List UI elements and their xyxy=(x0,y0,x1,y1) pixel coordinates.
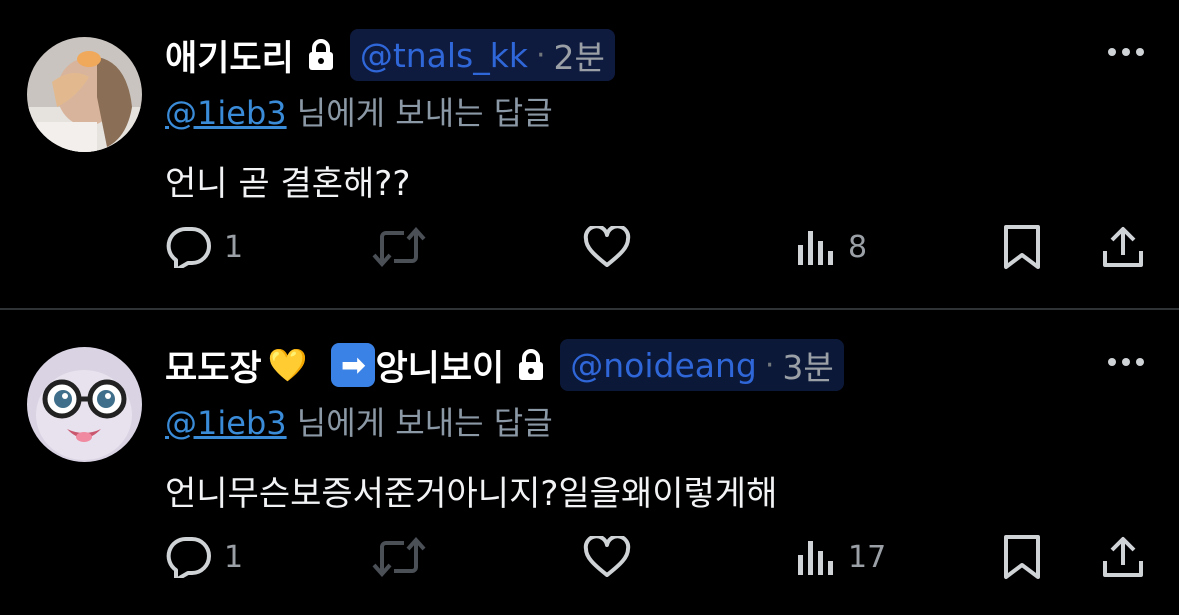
tweet-text: 언니 곧 결혼해?? xyxy=(165,164,411,204)
views-button[interactable]: 8 xyxy=(796,222,867,272)
retweet-icon xyxy=(372,227,426,267)
user-handle[interactable]: @noideang xyxy=(570,346,757,385)
reply-context-text: 님에게 보내는 답글 xyxy=(286,404,553,442)
handle-group: @tnals_kk · 2분 xyxy=(349,29,615,81)
bookmark-icon xyxy=(1004,535,1040,579)
reply-icon xyxy=(166,226,211,268)
user-handle[interactable]: @tnals_kk xyxy=(360,36,528,75)
like-button[interactable] xyxy=(583,222,631,272)
view-count: 8 xyxy=(848,229,868,265)
avatar[interactable] xyxy=(27,37,142,152)
lock-icon xyxy=(308,39,333,70)
share-button[interactable] xyxy=(1102,222,1144,272)
person-photo-avatar-icon xyxy=(27,37,142,152)
views-button[interactable]: 17 xyxy=(796,532,886,582)
share-button[interactable] xyxy=(1102,532,1144,582)
more-icon[interactable] xyxy=(1108,48,1144,56)
reply-context-text: 님에게 보내는 답글 xyxy=(286,94,553,132)
display-name[interactable]: 애기도리 xyxy=(165,30,294,81)
retweet-button[interactable] xyxy=(372,532,426,582)
tweet[interactable]: 애기도리 @tnals_kk · 2분 @1ieb3 님에게 보내는 답글 언니… xyxy=(0,0,1179,305)
action-bar: 1 8 xyxy=(0,222,1179,272)
reply-button[interactable]: 1 xyxy=(166,532,243,582)
tweet-header: 애기도리 @tnals_kk · 2분 xyxy=(165,29,615,81)
retweet-button[interactable] xyxy=(372,222,426,272)
reply-mention-link[interactable]: @1ieb3 xyxy=(165,94,287,132)
display-name-suffix: 앙니보이 xyxy=(375,348,505,389)
heart-icon xyxy=(583,536,631,577)
tweet-header: 묘도장 💛 ➡ 앙니보이 @noideang · 3분 xyxy=(165,339,844,391)
reply-mention-link[interactable]: @1ieb3 xyxy=(165,404,287,442)
yellow-heart-icon: 💛 xyxy=(267,346,308,384)
arrow-right-icon: ➡ xyxy=(331,343,376,387)
more-icon[interactable] xyxy=(1108,358,1144,366)
cartoon-glasses-avatar-icon xyxy=(27,347,142,462)
share-icon xyxy=(1103,227,1143,267)
lock-icon xyxy=(519,349,544,380)
reply-icon xyxy=(166,536,211,578)
display-name[interactable]: 묘도장 xyxy=(165,340,262,391)
tweet[interactable]: 묘도장 💛 ➡ 앙니보이 @noideang · 3분 @1ieb3 님에게 보… xyxy=(0,310,1179,615)
share-icon xyxy=(1103,537,1143,577)
tweet-text: 언니무슨보증서준거아니지?일을왜이렇게해 xyxy=(165,474,778,514)
timestamp[interactable]: 3분 xyxy=(782,341,833,389)
bookmark-icon xyxy=(1004,225,1040,269)
bookmark-button[interactable] xyxy=(1003,532,1041,582)
reply-context: @1ieb3 님에게 보내는 답글 xyxy=(165,398,553,444)
reply-count: 1 xyxy=(224,229,244,265)
separator-dot: · xyxy=(535,37,546,73)
separator-dot: · xyxy=(764,347,775,383)
timestamp[interactable]: 2분 xyxy=(554,31,605,79)
heart-icon xyxy=(583,226,631,267)
reply-count: 1 xyxy=(224,539,244,575)
bookmark-button[interactable] xyxy=(1003,222,1041,272)
handle-group: @noideang · 3분 xyxy=(560,339,844,391)
action-bar: 1 17 xyxy=(0,532,1179,582)
avatar[interactable] xyxy=(27,347,142,462)
views-icon xyxy=(798,231,833,265)
retweet-icon xyxy=(372,537,426,577)
reply-context: @1ieb3 님에게 보내는 답글 xyxy=(165,88,553,134)
reply-button[interactable]: 1 xyxy=(166,222,243,272)
view-count: 17 xyxy=(848,539,887,575)
like-button[interactable] xyxy=(583,532,631,582)
views-icon xyxy=(798,541,833,575)
